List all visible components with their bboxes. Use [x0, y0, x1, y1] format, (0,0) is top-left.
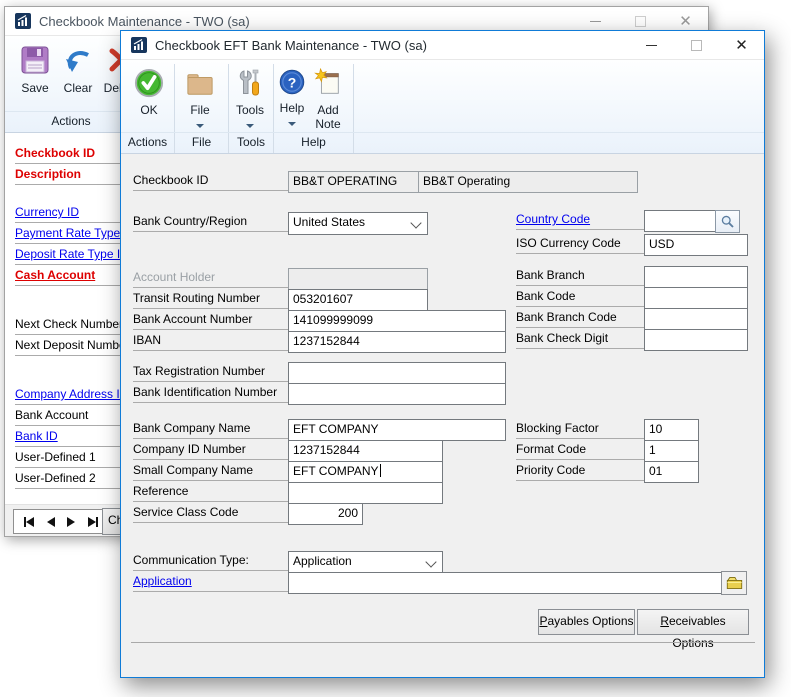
- checkbook-eft-bank-maintenance-dialog: Checkbook EFT Bank Maintenance - TWO (sa…: [120, 30, 765, 678]
- checkbook-id-name-field: BB&T Operating: [418, 171, 638, 193]
- dialog-title: Checkbook EFT Bank Maintenance - TWO (sa…: [155, 38, 427, 53]
- blocking-factor-field[interactable]: 10: [644, 419, 699, 441]
- label-bank-branch-code: Bank Branch Code: [516, 310, 644, 328]
- label-reference: Reference: [133, 484, 288, 502]
- help-group-label: Help: [274, 135, 353, 149]
- label-checkbook-id: Checkbook ID: [133, 173, 288, 191]
- iban-field[interactable]: 1237152844: [288, 331, 506, 353]
- wrench-screwdriver-icon: [237, 68, 263, 98]
- label-tax-registration-number: Tax Registration Number: [133, 364, 288, 382]
- file-menu-button[interactable]: File: [178, 70, 222, 131]
- question-circle-icon: ?: [278, 68, 306, 96]
- label-bank-company-name: Bank Company Name: [133, 421, 288, 439]
- close-button[interactable]: ✕: [719, 31, 764, 59]
- chevron-down-icon: [246, 124, 254, 128]
- label-bank-account-number: Bank Account Number: [133, 312, 288, 330]
- app-icon: [15, 13, 31, 29]
- label-communication-type: Communication Type:: [133, 553, 288, 571]
- label-service-class-code: Service Class Code: [133, 505, 288, 523]
- green-check-circle-icon: [134, 68, 164, 98]
- last-record-button[interactable]: [88, 517, 98, 527]
- priority-code-field[interactable]: 01: [644, 461, 699, 483]
- communication-type-dropdown[interactable]: Application: [288, 551, 443, 574]
- application-field[interactable]: [288, 572, 729, 594]
- bank-country-region-dropdown[interactable]: United States: [288, 212, 428, 235]
- account-holder-field: [288, 268, 428, 290]
- chevron-down-icon: [196, 124, 204, 128]
- transit-routing-number-field[interactable]: 053201607: [288, 289, 428, 311]
- bank-code-field[interactable]: [644, 287, 748, 309]
- previous-record-button[interactable]: [47, 517, 55, 527]
- country-code-field[interactable]: [644, 210, 725, 232]
- label-priority-code: Priority Code: [516, 463, 644, 481]
- actions-group-label: Actions: [121, 135, 174, 149]
- save-button[interactable]: Save: [13, 44, 57, 95]
- label-format-code: Format Code: [516, 442, 644, 460]
- chevron-down-icon: [425, 556, 436, 567]
- app-icon: [131, 37, 147, 53]
- label-bank-identification-number: Bank Identification Number: [133, 385, 288, 403]
- iso-currency-code-field[interactable]: USD: [644, 234, 748, 256]
- format-code-field[interactable]: 1: [644, 440, 699, 462]
- receivables-options-button[interactable]: Receivables Options: [637, 609, 749, 635]
- add-note-button[interactable]: AddNote: [307, 68, 349, 131]
- label-account-holder: Account Holder: [133, 270, 288, 288]
- label-bank-code: Bank Code: [516, 289, 644, 307]
- label-bank-country-region: Bank Country/Region: [133, 214, 288, 232]
- undo-arrow-icon: [62, 44, 94, 76]
- chevron-down-icon: [410, 217, 421, 228]
- tools-group-label: Tools: [229, 135, 273, 149]
- bank-company-name-field[interactable]: EFT COMPANY: [288, 419, 506, 441]
- svg-text:?: ?: [288, 74, 297, 90]
- dialog-ribbon: OK File Tools: [121, 59, 764, 154]
- label-company-id-number: Company ID Number: [133, 442, 288, 460]
- payables-options-button[interactable]: Payables Options: [538, 609, 635, 635]
- note-star-icon: [313, 68, 343, 98]
- actions-group-label: Actions: [5, 114, 137, 128]
- record-navigation: [13, 509, 109, 534]
- ribbon-group-row: Actions File Tools Help: [121, 132, 764, 153]
- bank-branch-code-field[interactable]: [644, 308, 748, 330]
- label-small-company-name: Small Company Name: [133, 463, 288, 481]
- label-country-code[interactable]: Country Code: [516, 212, 644, 230]
- label-transit-routing-number: Transit Routing Number: [133, 291, 288, 309]
- bank-account-number-field[interactable]: 141099999099: [288, 310, 506, 332]
- tax-registration-number-field[interactable]: [288, 362, 506, 384]
- clear-button[interactable]: Clear: [57, 44, 99, 95]
- bank-check-digit-field[interactable]: [644, 329, 748, 351]
- status-divider: [131, 642, 755, 643]
- small-folder-icon: [726, 576, 743, 590]
- chevron-down-icon: [288, 122, 296, 126]
- label-iso-currency-code: ISO Currency Code: [516, 236, 644, 254]
- bank-identification-number-field[interactable]: [288, 383, 506, 405]
- file-group-label: File: [175, 135, 228, 149]
- label-bank-branch: Bank Branch: [516, 268, 644, 286]
- first-record-button[interactable]: [24, 517, 34, 527]
- label-application[interactable]: Application: [133, 574, 288, 592]
- minimize-button[interactable]: [629, 31, 674, 59]
- folder-icon: [185, 70, 215, 98]
- help-menu-button[interactable]: ? Help: [274, 68, 310, 129]
- company-id-number-field[interactable]: 1237152844: [288, 440, 443, 462]
- dialog-titlebar: Checkbook EFT Bank Maintenance - TWO (sa…: [121, 31, 764, 60]
- label-iban: IBAN: [133, 333, 288, 351]
- window-title: Checkbook Maintenance - TWO (sa): [39, 14, 250, 29]
- ok-button[interactable]: OK: [127, 68, 171, 117]
- application-browse-button[interactable]: [721, 571, 747, 595]
- floppy-disk-icon: [19, 44, 51, 76]
- text-caret: [380, 464, 381, 477]
- country-code-lookup-button[interactable]: [715, 210, 740, 233]
- checkbook-id-code-field: BB&T OPERATING: [288, 171, 428, 193]
- tools-menu-button[interactable]: Tools: [229, 68, 271, 131]
- reference-field[interactable]: [288, 482, 443, 504]
- maximize-button[interactable]: [674, 31, 719, 59]
- small-company-name-field[interactable]: EFT COMPANY: [288, 461, 443, 483]
- label-bank-check-digit: Bank Check Digit: [516, 331, 644, 349]
- label-blocking-factor: Blocking Factor: [516, 421, 644, 439]
- service-class-code-field[interactable]: 200: [288, 503, 363, 525]
- bank-branch-field[interactable]: [644, 266, 748, 288]
- magnifier-icon: [720, 214, 735, 229]
- next-record-button[interactable]: [67, 517, 75, 527]
